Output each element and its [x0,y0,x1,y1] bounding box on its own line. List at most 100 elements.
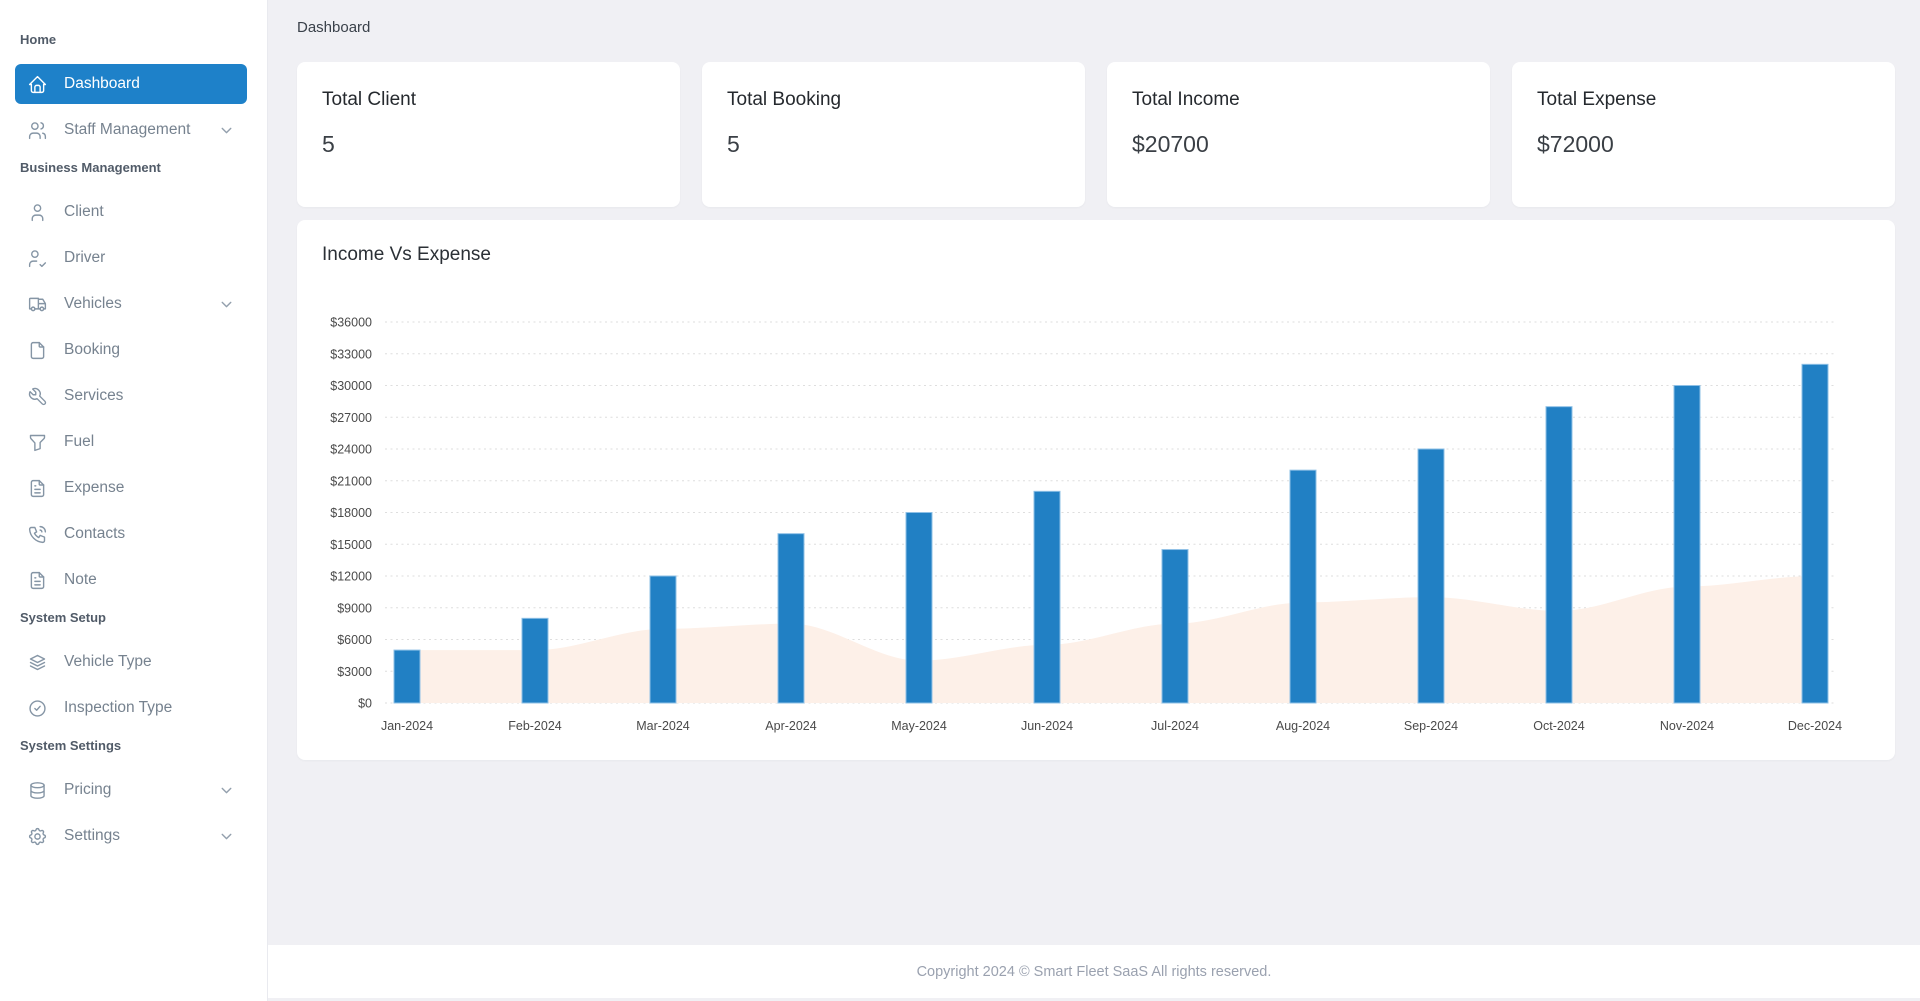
sidebar-item-label: Vehicles [64,295,122,313]
chart-card: Income Vs Expense $0 $3000 $6000 $9000 $1200… [297,220,1895,760]
wrench-icon [27,386,48,407]
filter-icon [27,432,48,453]
income-bar-Dec-2024 [1802,364,1828,703]
sidebar-item-staff-management[interactable]: Staff Management [15,110,247,150]
sidebar-item-inspection-type[interactable]: Inspection Type [15,688,247,728]
stat-card-value: $20700 [1132,131,1465,158]
income-bar-Jun-2024 [1034,491,1060,703]
sidebar-item-label: Contacts [64,525,125,543]
expense-area-series [407,576,1815,703]
sidebar-item-dashboard[interactable]: Dashboard [15,64,247,104]
sidebar-item-fuel[interactable]: Fuel [15,422,247,462]
stat-card-total-client: Total Client 5 [297,62,680,207]
sidebar-item-vehicles[interactable]: Vehicles [15,284,247,324]
x-axis-tick-label: Oct-2024 [1533,719,1584,733]
gear-icon [27,826,48,847]
sidebar-section: Business Management Client Driver Vehicles B… [0,158,267,600]
income-bar-Feb-2024 [522,618,548,703]
sidebar-item-label: Staff Management [64,121,190,139]
sidebar-item-contacts[interactable]: Contacts [15,514,247,554]
chevron-down-icon [218,782,235,799]
user-icon [27,202,48,223]
stat-card-title: Total Booking [727,89,1060,111]
x-axis-tick-label: Dec-2024 [1788,719,1842,733]
database-icon [27,780,48,801]
y-axis-tick-label: $12000 [330,570,372,584]
chevron-down-icon [218,296,235,313]
income-bar-Oct-2024 [1546,407,1572,703]
sidebar-item-label: Client [64,203,104,221]
page-header: Dashboard [268,0,1920,37]
sidebar-section-header: Business Management [0,158,267,178]
income-bar-Apr-2024 [778,534,804,703]
income-bar-Aug-2024 [1290,470,1316,703]
page-title: Dashboard [297,19,370,36]
sidebar-item-vehicle-type[interactable]: Vehicle Type [15,642,247,682]
main-area: Dashboard Total Client5Total Booking5Tot… [268,0,1920,1001]
income-vs-expense-chart: $0 $3000 $6000 $9000 $12000 $15000 $18000 $2100… [322,278,1870,748]
x-axis-tick-label: Apr-2024 [765,719,816,733]
y-axis-tick-label: $18000 [330,506,372,520]
sidebar-item-label: Inspection Type [64,699,172,717]
sidebar-item-services[interactable]: Services [15,376,247,416]
footer-text: Copyright 2024 © Smart Fleet SaaS All ri… [917,964,1272,980]
y-axis-tick-label: $15000 [330,538,372,552]
sidebar-item-label: Driver [64,249,105,267]
chevron-down-icon [218,122,235,139]
stat-card-value: 5 [322,131,655,158]
stat-card-total-booking: Total Booking 5 [702,62,1085,207]
income-bar-Nov-2024 [1674,386,1700,704]
sidebar-section-header: Home [0,30,267,50]
footer: Copyright 2024 © Smart Fleet SaaS All ri… [268,945,1920,998]
sidebar-item-settings[interactable]: Settings [15,816,247,856]
sidebar-item-label: Fuel [64,433,94,451]
x-axis-tick-label: Jul-2024 [1151,719,1199,733]
file-text-icon [27,478,48,499]
sidebar-item-driver[interactable]: Driver [15,238,247,278]
stat-card-total-income: Total Income $20700 [1107,62,1490,207]
stat-card-value: 5 [727,131,1060,158]
income-bar-Sep-2024 [1418,449,1444,703]
sidebar-item-label: Dashboard [64,75,140,93]
stat-cards-row: Total Client 5 Total Booking 5 Total Income $… [268,62,1920,207]
y-axis-tick-label: $33000 [330,347,372,361]
sidebar-item-label: Expense [64,479,124,497]
sidebar-item-note[interactable]: Note [15,560,247,600]
sidebar-item-booking[interactable]: Booking [15,330,247,370]
sidebar-item-client[interactable]: Client [15,192,247,232]
y-axis-tick-label: $0 [358,697,372,711]
sidebar-item-label: Vehicle Type [64,653,152,671]
x-axis-tick-label: Mar-2024 [636,719,690,733]
stat-card-title: Total Income [1132,89,1465,111]
sidebar-item-pricing[interactable]: Pricing [15,770,247,810]
y-axis-tick-label: $36000 [330,316,372,330]
sidebar-section-header: System Setup [0,608,267,628]
x-axis-tick-label: Feb-2024 [508,719,562,733]
app-root: Home Dashboard Staff Management Business Ma… [0,0,1920,1001]
sidebar-item-label: Note [64,571,97,589]
x-axis-tick-label: May-2024 [891,719,947,733]
x-axis-tick-label: Jun-2024 [1021,719,1073,733]
sidebar-item-label: Pricing [64,781,111,799]
income-bar-Mar-2024 [650,576,676,703]
home-icon [27,74,48,95]
x-axis-tick-label: Nov-2024 [1660,719,1714,733]
y-axis-tick-label: $9000 [337,601,372,615]
y-axis-tick-label: $27000 [330,411,372,425]
sidebar-item-label: Booking [64,341,120,359]
x-axis-tick-label: Aug-2024 [1276,719,1330,733]
y-axis-tick-label: $3000 [337,665,372,679]
income-bar-May-2024 [906,513,932,704]
chart-title: Income Vs Expense [322,244,1870,266]
stat-card-total-expense: Total Expense$72000 [1512,62,1895,207]
chevron-down-icon [218,828,235,845]
sidebar-item-expense[interactable]: Expense [15,468,247,508]
user-check-icon [27,248,48,269]
file-icon [27,340,48,361]
y-axis-tick-label: $6000 [337,633,372,647]
y-axis-tick-label: $21000 [330,474,372,488]
sidebar: Home Dashboard Staff Management Business Ma… [0,0,268,1001]
y-axis-tick-label: $24000 [330,443,372,457]
stat-card-title: Total Client [322,89,655,111]
circle-check-icon [27,698,48,719]
